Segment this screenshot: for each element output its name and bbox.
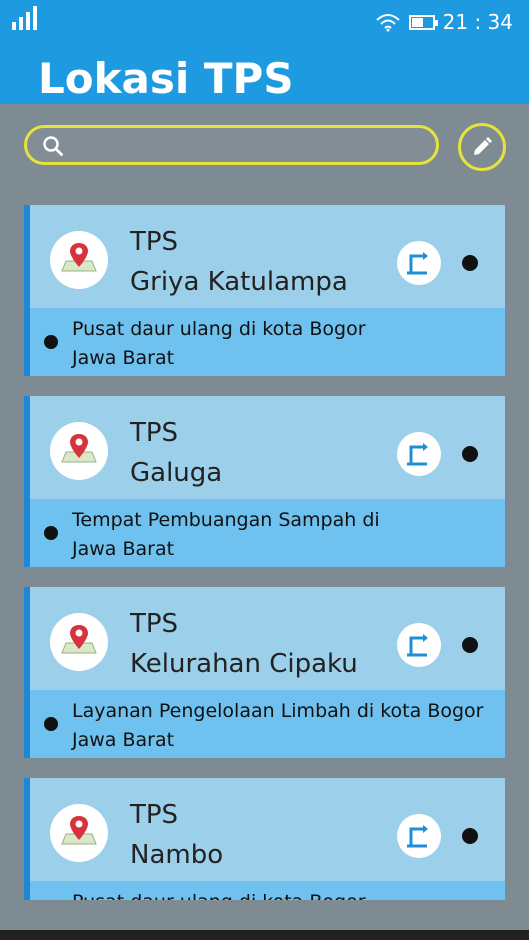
directions-icon [407,825,428,848]
map-pin-icon [50,804,108,862]
route-button[interactable] [397,241,441,285]
list-item[interactable]: TPS Nambo Pusat daur ulang di kota Bogor [24,778,505,900]
options-dot[interactable] [462,828,478,844]
search-input[interactable] [24,125,439,165]
item-region: Jawa Barat [72,729,175,751]
bullet [44,717,58,731]
item-name: Galuga [130,458,223,488]
map-pin-icon [50,422,108,480]
list-item[interactable]: TPS Galuga Tempat Pembuangan Sampah di Jaw… [24,396,505,567]
item-label: TPS [130,418,179,448]
signal-icon [12,6,37,30]
wifi-icon [375,14,400,32]
battery-icon [408,14,438,30]
item-name: Nambo [130,840,224,870]
tps-list: TPS Griya Katulampa Pusat daur ulang di k… [24,205,505,900]
item-label: TPS [130,227,179,257]
directions-icon [407,443,428,466]
item-desc: Pusat daur ulang di kota Bogor [72,318,366,340]
item-desc: Tempat Pembuangan Sampah di [72,509,380,531]
status-bar: 21 : 34 [0,0,529,42]
item-name: Kelurahan Cipaku [130,649,358,679]
options-dot[interactable] [462,255,478,271]
directions-icon [407,634,428,657]
item-name: Griya Katulampa [130,267,348,297]
clock: 21 : 34 [442,10,513,34]
pencil-icon [474,137,492,155]
directions-icon [407,252,428,275]
map-pin-icon [50,613,108,671]
page-title: Lokasi TPS [38,54,294,103]
list-item[interactable]: TPS Kelurahan Cipaku Layanan Pengelolaan … [24,587,505,758]
navigation-bar [0,930,529,940]
edit-button[interactable] [458,123,506,171]
item-desc: Pusat daur ulang di kota Bogor [72,888,502,900]
map-pin-icon [50,231,108,289]
item-region: Jawa Barat [72,538,175,560]
bullet [44,335,58,349]
route-button[interactable] [397,814,441,858]
bullet [44,526,58,540]
item-desc: Layanan Pengelolaan Limbah di kota Bogor [72,700,484,722]
options-dot[interactable] [462,637,478,653]
item-label: TPS [130,609,179,639]
search-icon [43,136,63,156]
route-button[interactable] [397,623,441,667]
item-region: Jawa Barat [72,347,175,369]
route-button[interactable] [397,432,441,476]
item-label: TPS [130,800,179,830]
list-item[interactable]: TPS Griya Katulampa Pusat daur ulang di k… [24,205,505,376]
options-dot[interactable] [462,446,478,462]
